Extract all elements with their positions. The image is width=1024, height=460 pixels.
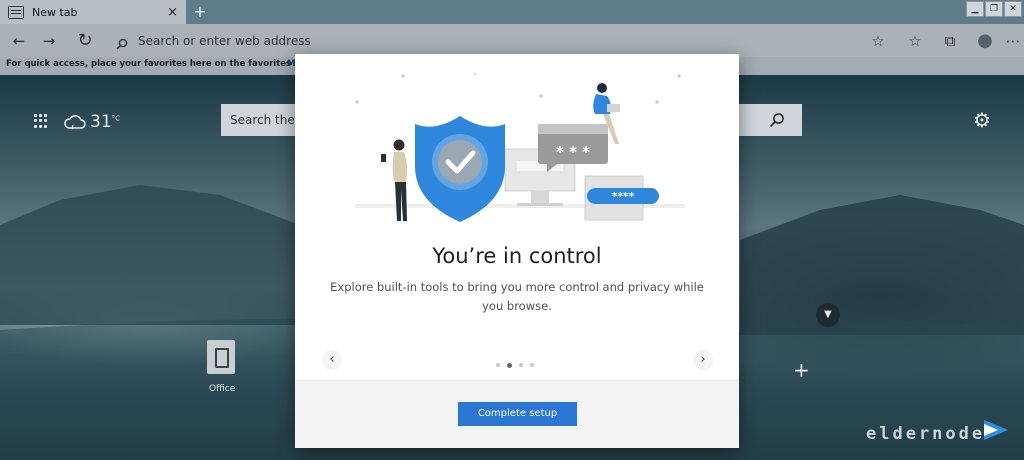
dialog-description: Explore built-in tools to bring you more… — [330, 280, 704, 313]
favorites-bar-message: For quick access, place your favorites h… — [6, 59, 313, 69]
temperature-value: 31 — [90, 112, 112, 132]
close-window-button[interactable]: ✕ — [1004, 1, 1022, 17]
weather-cloud-icon — [64, 114, 86, 130]
office-tile-label[interactable]: Office — [209, 384, 235, 394]
eldernode-watermark: eldernode — [866, 424, 986, 444]
refresh-button[interactable]: ↻ — [70, 24, 100, 57]
ntp-search-icon[interactable] — [769, 112, 785, 128]
page-settings-gear-icon[interactable]: ⚙ — [973, 110, 993, 130]
carousel-dot-active[interactable] — [507, 362, 512, 368]
back-button[interactable]: ← — [4, 24, 34, 57]
eldernode-logo-icon — [980, 418, 1010, 442]
apps-launcher-icon[interactable] — [34, 114, 48, 128]
more-menu-button[interactable]: ⋯ — [998, 24, 1024, 57]
tab-close-icon[interactable]: × — [167, 6, 178, 19]
scroll-down-button[interactable]: ▼ — [816, 303, 840, 327]
carousel-prev-button[interactable]: ‹ — [322, 350, 342, 370]
forward-button[interactable]: → — [34, 24, 64, 57]
temperature[interactable]: 31°C — [90, 112, 120, 132]
minimize-button[interactable]: ▁ — [966, 1, 984, 17]
illustration-password-bubble: * * * — [556, 143, 590, 161]
carousel-page-indicator — [496, 362, 534, 368]
new-tab-favicon-icon — [8, 5, 24, 19]
temperature-unit: °C — [111, 114, 121, 123]
address-input[interactable] — [138, 33, 738, 48]
collections-button[interactable]: ⧉ — [935, 24, 965, 57]
illustration-password-field: **** — [611, 190, 634, 203]
maximize-button[interactable]: ❐ — [985, 1, 1003, 17]
address-bar[interactable] — [110, 27, 900, 54]
add-tile-button[interactable]: + — [793, 360, 810, 380]
complete-setup-button[interactable]: Complete setup — [458, 402, 577, 426]
new-tab-button[interactable]: + — [190, 2, 210, 22]
office-tile-icon[interactable] — [207, 340, 235, 374]
carousel-dot[interactable] — [519, 363, 523, 367]
tab-new-tab[interactable]: New tab × — [0, 0, 186, 24]
favorites-list-button[interactable]: ☆ — [900, 24, 930, 57]
dialog-title: You’re in control — [432, 244, 602, 268]
carousel-dot[interactable] — [530, 363, 534, 367]
favorite-star-button[interactable]: ☆ — [863, 24, 893, 57]
profile-avatar[interactable]: ● — [970, 24, 1000, 57]
tab-title: New tab — [32, 5, 78, 19]
search-icon — [116, 35, 128, 50]
carousel-next-button[interactable]: › — [693, 350, 713, 370]
carousel-dot[interactable] — [496, 363, 500, 367]
privacy-illustration: * * * **** — [295, 54, 739, 222]
